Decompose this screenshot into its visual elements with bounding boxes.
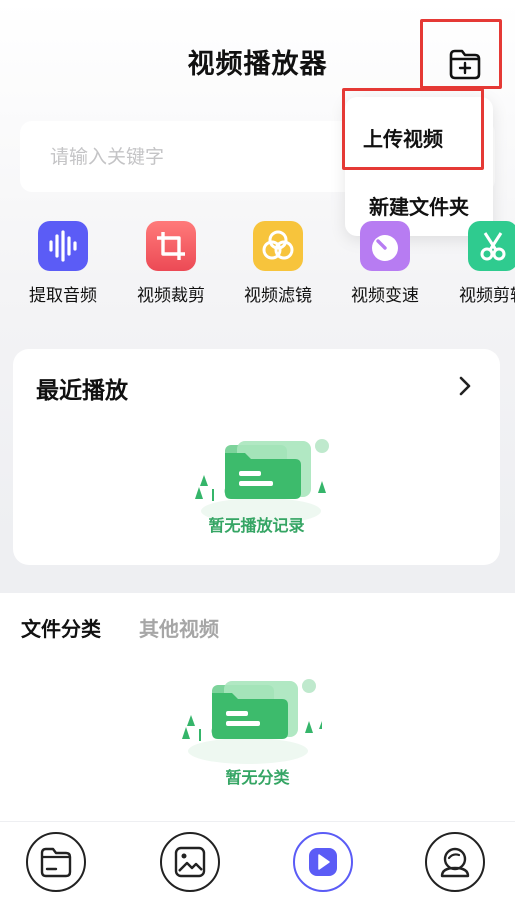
highlight-box-add — [420, 19, 502, 89]
nav-image-button[interactable] — [160, 832, 220, 892]
recent-title: 最近播放 — [36, 378, 128, 404]
speed-gauge-icon — [360, 221, 410, 271]
nav-play-button[interactable] — [293, 832, 353, 892]
tool-label: 视频滤镜 — [244, 286, 312, 306]
tool-label: 视频变速 — [351, 286, 419, 306]
profile-icon — [440, 847, 470, 878]
empty-folder-illustration — [182, 679, 322, 764]
crop-icon — [146, 221, 196, 271]
nav-folder-button[interactable] — [26, 832, 86, 892]
play-icon — [309, 848, 337, 876]
tool-label: 视频裁剪 — [137, 286, 205, 306]
menu-item-new-folder[interactable]: 新建文件夹 — [345, 191, 493, 220]
filter-icon — [253, 221, 303, 271]
search-input[interactable] — [50, 121, 340, 192]
tool-label: 视频剪辑 — [459, 286, 515, 306]
scissors-icon — [468, 221, 515, 271]
category-empty-text: 暂无分类 — [225, 768, 290, 787]
tool-crop-video[interactable]: 视频裁剪 — [126, 221, 216, 306]
bottom-nav — [0, 822, 515, 899]
chevron-right-icon[interactable] — [456, 375, 474, 397]
tab-file-category[interactable]: 文件分类 — [21, 613, 101, 642]
tool-video-speed[interactable]: 视频变速 — [340, 221, 430, 306]
folder-icon — [40, 847, 72, 878]
tool-extract-audio[interactable]: 提取音频 — [18, 221, 108, 306]
tool-video-filter[interactable]: 视频滤镜 — [233, 221, 323, 306]
recent-empty-text: 暂无播放记录 — [208, 516, 305, 535]
recent-play-card: 最近播放 暂无播放记录 — [13, 349, 500, 565]
tool-video-edit[interactable]: 视频剪辑 — [448, 221, 515, 306]
category-section: 文件分类 其他视频 暂无分类 — [0, 593, 515, 821]
highlight-box-upload — [342, 88, 484, 170]
audio-wave-icon — [38, 221, 88, 271]
tool-label: 提取音频 — [29, 286, 97, 306]
image-icon — [174, 846, 206, 878]
tab-other-videos[interactable]: 其他视频 — [139, 613, 219, 642]
nav-profile-button[interactable] — [425, 832, 485, 892]
